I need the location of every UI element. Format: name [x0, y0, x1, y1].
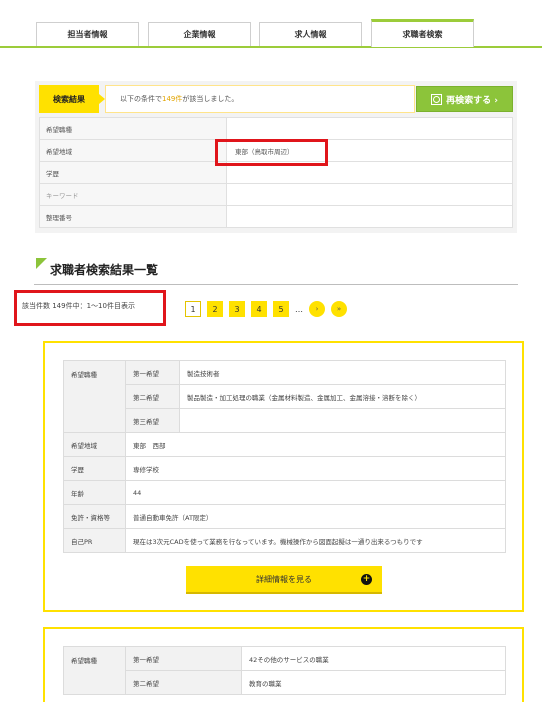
- search-icon: [431, 93, 443, 105]
- job-rank: 第三希望: [125, 408, 180, 433]
- field-value: 44: [125, 480, 506, 505]
- condition-key: 希望職種: [39, 117, 227, 140]
- search-result-bar: 検索結果 以下の条件で 149件 が該当しました。 再検索する ›: [39, 85, 513, 113]
- next-page-button[interactable]: ›: [309, 301, 325, 317]
- job-rank: 第二希望: [125, 384, 180, 409]
- condition-value: [226, 117, 513, 140]
- tab-job-seeker-search[interactable]: 求職者検索: [371, 19, 474, 47]
- condition-value: [226, 205, 513, 228]
- research-button-label: 再検索する ›: [446, 95, 498, 106]
- field-value: 専修学校: [125, 456, 506, 481]
- field-key: 自己PR: [63, 528, 126, 553]
- view-detail-label: 詳細情報を見る: [256, 574, 312, 584]
- view-detail-button[interactable]: 詳細情報を見る +: [186, 566, 382, 594]
- research-button[interactable]: 再検索する ›: [416, 86, 513, 112]
- plus-circle-icon: +: [361, 574, 372, 585]
- section-title: 求職者検索結果一覧: [50, 263, 159, 277]
- field-key: 学歴: [63, 456, 126, 481]
- field-key: 希望地域: [63, 432, 126, 457]
- pagination: 1 2 3 4 5 … › »: [185, 301, 347, 317]
- field-key: 免許・資格等: [63, 504, 126, 529]
- summary-count: 149件: [162, 95, 183, 103]
- table-row: 第二希望 教育の職業: [64, 670, 506, 695]
- summary-suffix: が該当しました。: [182, 95, 239, 103]
- section-mark-icon: [36, 258, 47, 269]
- condition-key: 学歴: [39, 161, 227, 184]
- result-detail-table: 希望職種 第一希望 製造技術者 第二希望 製品製造・加工処理の職業（金属材料製造…: [63, 360, 506, 553]
- condition-key: 整理番号: [39, 205, 227, 228]
- job-rank: 第一希望: [125, 360, 180, 385]
- top-tab-bar: 担当者情報 企業情報 求人情報 求職者検索: [0, 0, 542, 48]
- job-value: 教育の職業: [241, 670, 506, 695]
- condition-key: キーワード: [39, 183, 227, 206]
- field-value: 現在は3次元CADを使って業務を行なっています。機械操作から図面起擬は一通り出来…: [125, 528, 506, 553]
- condition-value: [226, 183, 513, 206]
- search-conditions-table: 希望職種 希望地域 東部（鳥取市周辺） 学歴 キーワード 整理番号: [39, 117, 513, 228]
- field-value: 普通自動車免許（AT限定）: [125, 504, 506, 529]
- result-count-summary: 該当件数 149件中：1〜10件目表示: [22, 302, 135, 310]
- condition-row: 希望職種: [39, 117, 513, 140]
- job-rank: 第一希望: [125, 646, 242, 671]
- page-5[interactable]: 5: [273, 301, 289, 317]
- page-1[interactable]: 1: [185, 301, 201, 317]
- summary-prefix: 以下の条件で: [120, 95, 162, 103]
- job-rank: 第二希望: [125, 670, 242, 695]
- tab-company-info[interactable]: 企業情報: [148, 22, 251, 46]
- page-4[interactable]: 4: [251, 301, 267, 317]
- condition-row: キーワード: [39, 183, 513, 206]
- page-2[interactable]: 2: [207, 301, 223, 317]
- table-row: 年齢 44: [63, 480, 506, 505]
- field-value: 東部 西部: [125, 432, 506, 457]
- table-row: 自己PR 現在は3次元CADを使って業務を行なっています。機械操作から図面起擬は…: [63, 528, 506, 553]
- table-row: 希望職種 第一希望 製造技術者: [63, 360, 506, 433]
- field-key: 年齢: [63, 480, 126, 505]
- table-row: 希望職種 第一希望 42その他のサービスの職業: [63, 646, 506, 695]
- results-section-header: 求職者検索結果一覧: [34, 257, 518, 285]
- page-ellipsis: …: [295, 304, 303, 314]
- tab-staff-info[interactable]: 担当者情報: [36, 22, 139, 46]
- last-page-button[interactable]: »: [331, 301, 347, 317]
- job-value: 製品製造・加工処理の職業（金属材料製造、金属加工、金属溶接・溶断を除く）: [179, 384, 506, 409]
- job-value: 製造技術者: [179, 360, 506, 385]
- search-result-summary: 以下の条件で 149件 が該当しました。: [105, 85, 415, 113]
- table-row: 学歴 専修学校: [63, 456, 506, 481]
- result-card: 希望職種 第一希望 製造技術者 第二希望 製品製造・加工処理の職業（金属材料製造…: [43, 341, 524, 612]
- highlight-region-condition: [215, 139, 328, 166]
- table-row: 希望地域 東部 西部: [63, 432, 506, 457]
- table-row: 第二希望 製品製造・加工処理の職業（金属材料製造、金属加工、金属溶接・溶断を除く…: [64, 384, 506, 409]
- table-row: 免許・資格等 普通自動車免許（AT限定）: [63, 504, 506, 529]
- job-value: [179, 408, 506, 433]
- field-key: 希望職種: [63, 646, 126, 695]
- tab-job-info[interactable]: 求人情報: [259, 22, 362, 46]
- condition-key: 希望地域: [39, 139, 227, 162]
- result-detail-table: 希望職種 第一希望 42その他のサービスの職業 第二希望 教育の職業: [63, 646, 506, 695]
- job-value: 42その他のサービスの職業: [241, 646, 506, 671]
- field-key: 希望職種: [63, 360, 126, 433]
- result-card: 希望職種 第一希望 42その他のサービスの職業 第二希望 教育の職業: [43, 627, 524, 702]
- search-result-label: 検索結果: [39, 85, 99, 113]
- table-row: 第三希望: [64, 408, 506, 433]
- page-3[interactable]: 3: [229, 301, 245, 317]
- condition-row: 整理番号: [39, 205, 513, 228]
